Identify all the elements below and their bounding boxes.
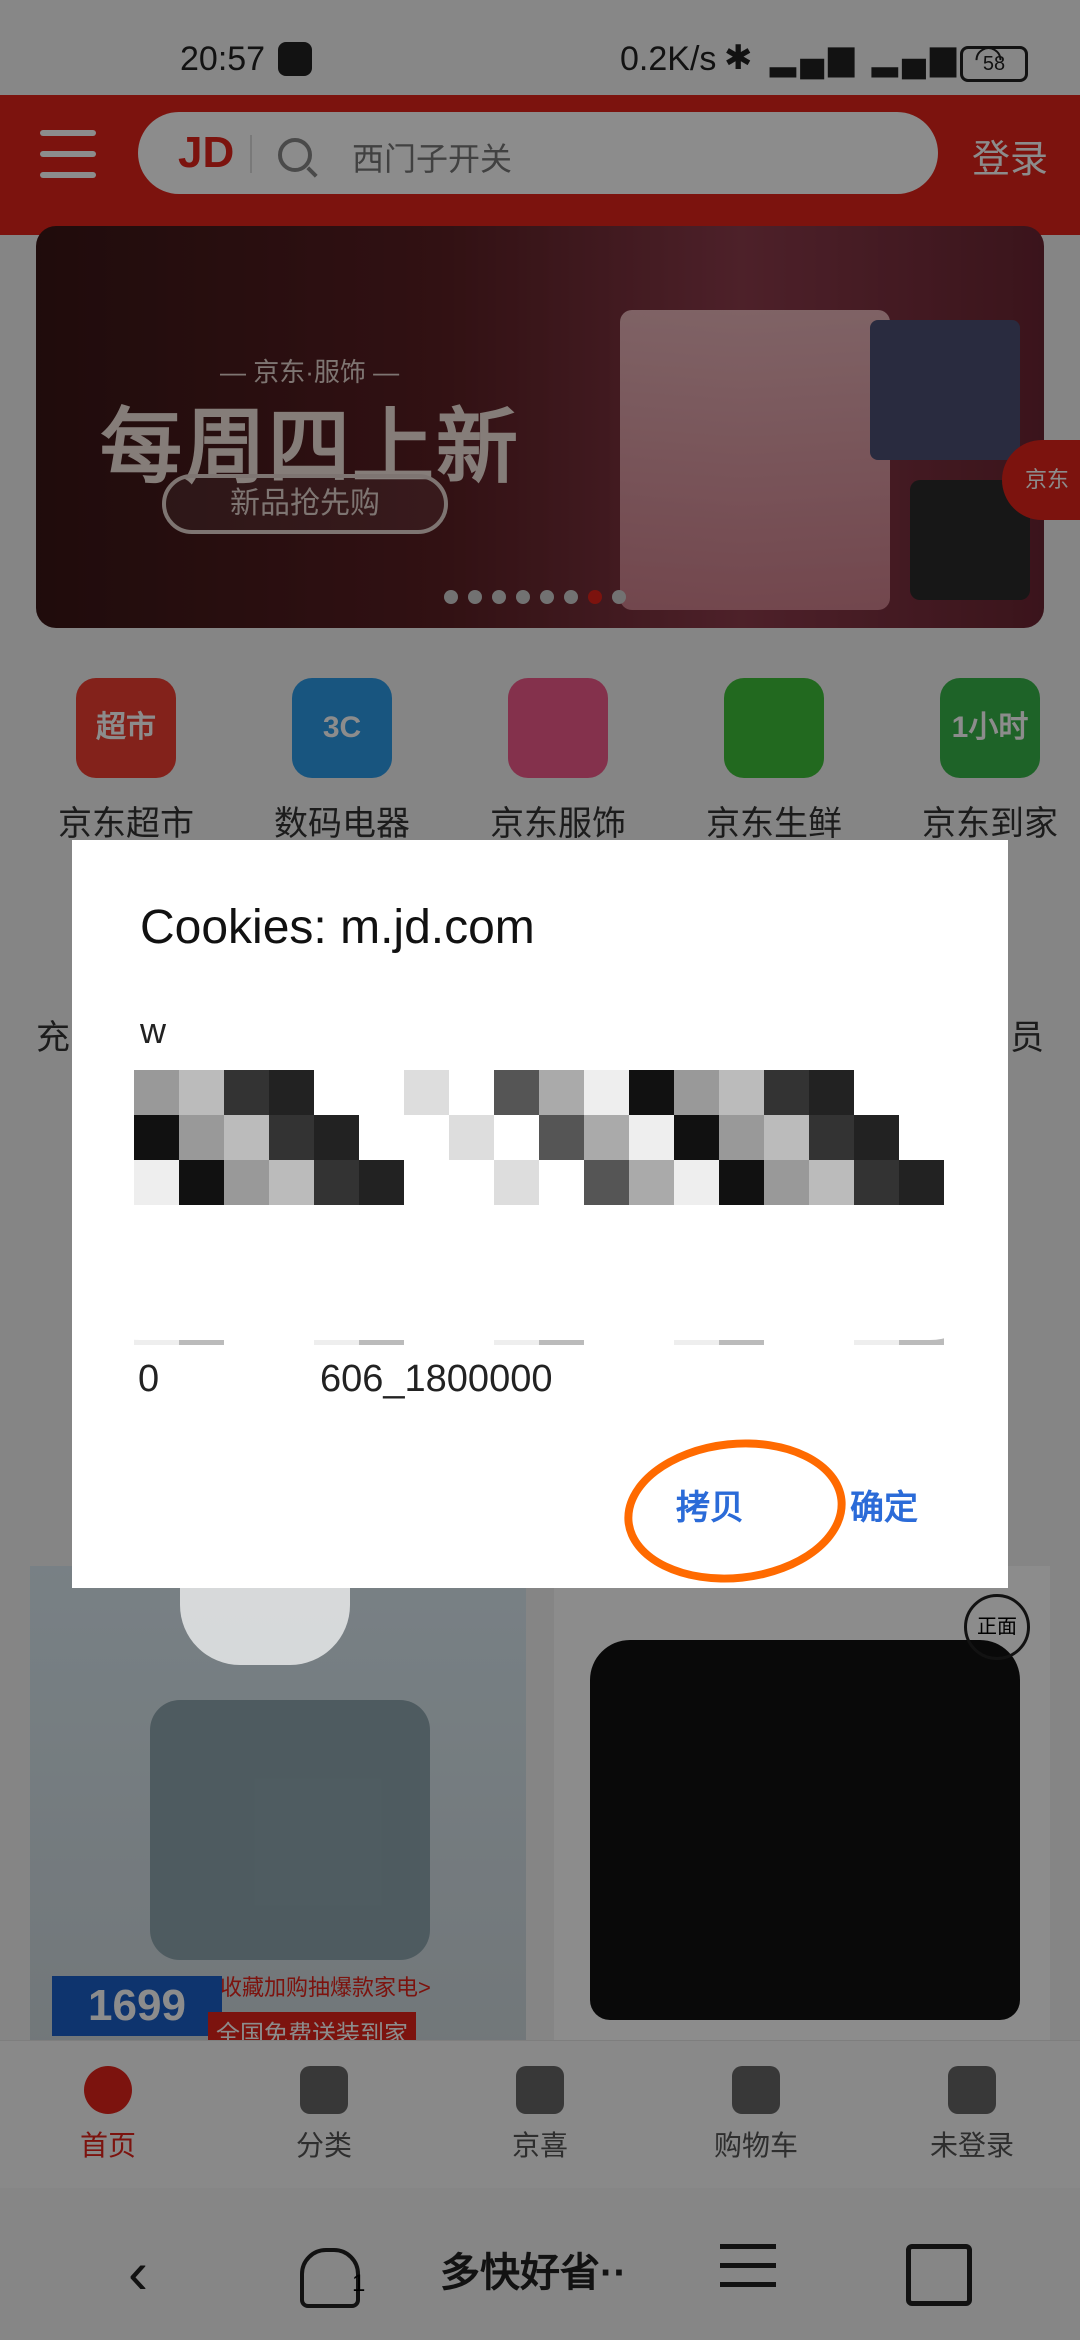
mosaic-cell [854, 1115, 899, 1160]
mosaic-cell [134, 1070, 179, 1115]
copy-button[interactable]: 拷贝 [676, 1480, 744, 1529]
mosaic-cell [629, 1070, 674, 1115]
dialog-title: Cookies: m.jd.com [140, 901, 535, 954]
mosaic-cell [449, 1160, 494, 1205]
mosaic-cell [179, 1160, 224, 1205]
mosaic-cell [764, 1160, 809, 1205]
mosaic-cell [404, 1070, 449, 1115]
mosaic-cell [899, 1070, 944, 1115]
mosaic-cell [584, 1115, 629, 1160]
mosaic-cell [314, 1070, 359, 1115]
mosaic-cell [809, 1160, 854, 1205]
mosaic-cell [224, 1115, 269, 1160]
redaction-smudge [180, 1565, 350, 1665]
mosaic-cell [269, 1115, 314, 1160]
mosaic-cell [359, 1070, 404, 1115]
mosaic-cell [899, 1115, 944, 1160]
mosaic-cell [134, 1115, 179, 1160]
mosaic-cell [404, 1115, 449, 1160]
mosaic-cell [179, 1115, 224, 1160]
cookie-line-end: 606_1800000 [320, 1358, 553, 1400]
mosaic-cell [629, 1115, 674, 1160]
mosaic-cell [584, 1160, 629, 1205]
mosaic-cell [269, 1160, 314, 1205]
mosaic-cell [764, 1070, 809, 1115]
mosaic-cell [449, 1115, 494, 1160]
mosaic-cell [809, 1115, 854, 1160]
mosaic-cell [494, 1115, 539, 1160]
mosaic-cell [719, 1115, 764, 1160]
mosaic-cell [494, 1070, 539, 1115]
mosaic-cell [674, 1115, 719, 1160]
redaction-blob [80, 1220, 990, 1340]
mosaic-cell [494, 1160, 539, 1205]
mosaic-cell [539, 1115, 584, 1160]
mosaic-cell [314, 1160, 359, 1205]
mosaic-cell [674, 1070, 719, 1115]
mosaic-cell [899, 1160, 944, 1205]
mosaic-cell [584, 1070, 629, 1115]
cookie-partial-1: w [140, 1010, 166, 1051]
mosaic-cell [854, 1160, 899, 1205]
confirm-button[interactable]: 确定 [850, 1480, 918, 1529]
mosaic-cell [404, 1160, 449, 1205]
mosaic-cell [224, 1160, 269, 1205]
mosaic-cell [809, 1070, 854, 1115]
mosaic-cell [314, 1115, 359, 1160]
mosaic-cell [764, 1115, 809, 1160]
mosaic-cell [854, 1070, 899, 1115]
cookie-line-start: 0 [138, 1358, 160, 1400]
mosaic-cell [269, 1070, 314, 1115]
mosaic-cell [449, 1070, 494, 1115]
mosaic-cell [359, 1115, 404, 1160]
mosaic-cell [539, 1070, 584, 1115]
mosaic-cell [719, 1160, 764, 1205]
mosaic-cell [674, 1160, 719, 1205]
mosaic-cell [134, 1160, 179, 1205]
mosaic-cell [359, 1160, 404, 1205]
mosaic-cell [719, 1070, 764, 1115]
mosaic-cell [224, 1070, 269, 1115]
mosaic-cell [629, 1160, 674, 1205]
mosaic-cell [179, 1070, 224, 1115]
mosaic-cell [539, 1160, 584, 1205]
